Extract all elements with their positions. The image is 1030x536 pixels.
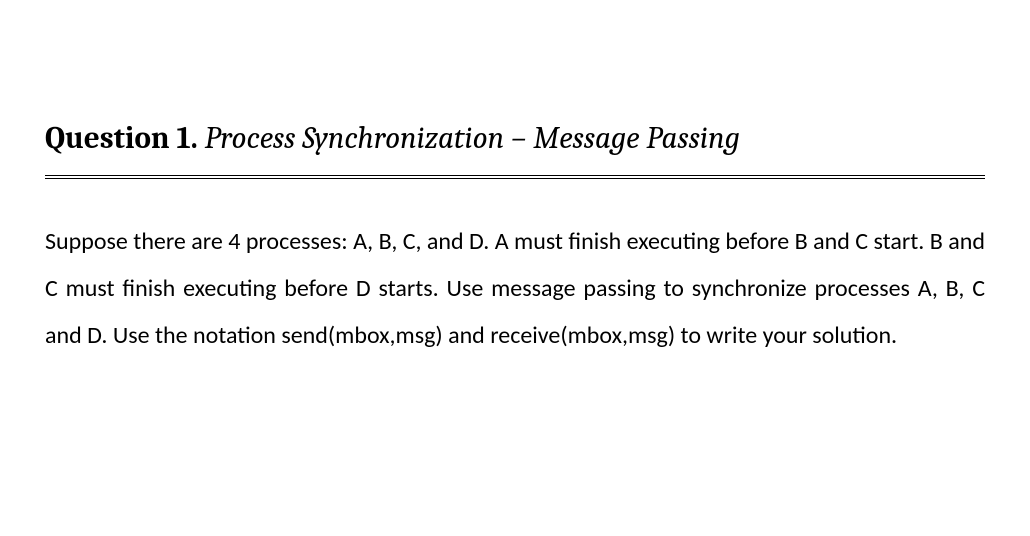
question-body: Suppose there are 4 processes: A, B, C, … [45, 219, 985, 359]
question-heading-container: Question 1. Process Synchronization – Me… [45, 120, 985, 179]
question-title: Process Synchronization – Message Passin… [205, 120, 740, 156]
question-heading: Question 1. Process Synchronization – Me… [45, 120, 985, 157]
question-label: Question 1. [45, 120, 198, 156]
